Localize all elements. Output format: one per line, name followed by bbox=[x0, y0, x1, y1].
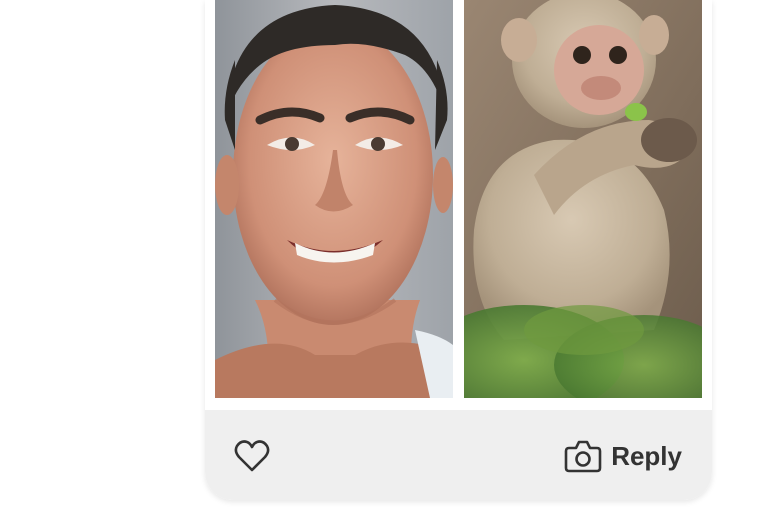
heart-outline-icon[interactable] bbox=[232, 436, 272, 476]
story-reply-card: Reply bbox=[205, 0, 712, 500]
screen: Reply bbox=[0, 0, 765, 510]
reply-button[interactable]: Reply bbox=[563, 434, 682, 478]
photo-collage bbox=[215, 0, 702, 398]
reply-label: Reply bbox=[611, 440, 682, 471]
camera-icon bbox=[563, 436, 603, 476]
monkey-eating-photo[interactable] bbox=[464, 0, 702, 398]
card-footer: Reply bbox=[205, 410, 712, 500]
smiling-man-photo[interactable] bbox=[215, 0, 453, 398]
